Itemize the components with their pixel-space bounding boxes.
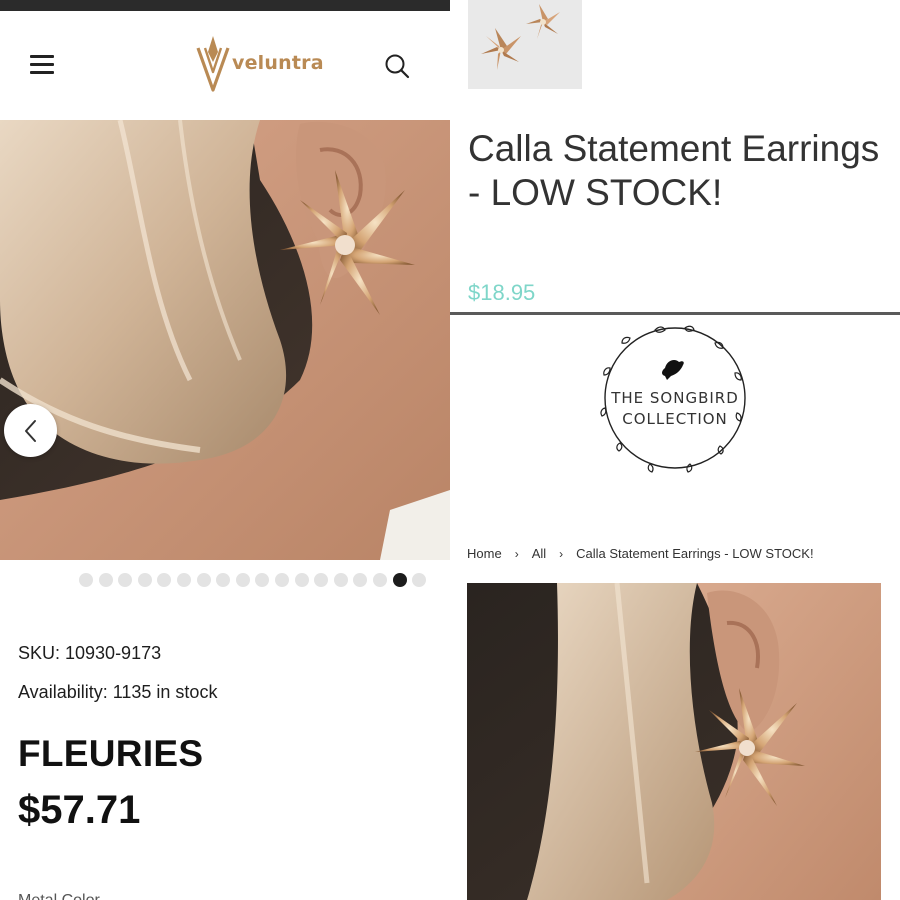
right-store-panel: Calla Statement Earrings - LOW STOCK! $1…	[450, 0, 900, 900]
breadcrumb: Home › All › Calla Statement Earrings - …	[467, 546, 814, 561]
carousel-dot[interactable]	[333, 573, 348, 587]
product-title: Calla Statement Earrings - LOW STOCK!	[468, 128, 880, 213]
carousel-dot[interactable]	[176, 573, 191, 587]
brand-name: veluntra	[232, 52, 324, 74]
breadcrumb-all[interactable]: All	[532, 546, 546, 561]
breadcrumb-current: Calla Statement Earrings - LOW STOCK!	[576, 546, 814, 561]
breadcrumb-separator: ›	[514, 546, 519, 561]
carousel-prev-button[interactable]	[4, 404, 57, 457]
carousel-dot[interactable]	[118, 573, 133, 587]
songbird-logo-line1: THE SONGBIRD	[610, 389, 739, 407]
left-store-panel: veluntra SKU: 10930-9173 Availability: 1…	[0, 0, 450, 900]
carousel-dot[interactable]	[98, 573, 113, 587]
product-price: $57.71	[18, 788, 141, 832]
product-sku: SKU: 10930-9173	[18, 643, 162, 663]
carousel-dot[interactable]	[216, 573, 231, 587]
status-bar	[0, 0, 450, 11]
carousel-dot[interactable]	[412, 573, 427, 587]
songbird-logo-line2: COLLECTION	[622, 410, 728, 428]
carousel-dot[interactable]	[372, 573, 387, 587]
product-hero-image[interactable]	[0, 120, 450, 560]
product-name: FLEURIES	[18, 733, 204, 774]
brand-logo[interactable]: veluntra	[196, 33, 324, 93]
product-price-teal: $18.95	[468, 280, 536, 305]
product-main-image[interactable]	[467, 583, 881, 900]
search-icon[interactable]	[384, 53, 410, 79]
site-header: veluntra	[0, 11, 450, 120]
carousel-dot-active[interactable]	[392, 573, 407, 587]
product-thumbnail[interactable]	[468, 0, 582, 89]
carousel-dot[interactable]	[294, 573, 309, 587]
chevron-left-icon	[24, 419, 36, 442]
carousel-dot[interactable]	[274, 573, 289, 587]
carousel-dot[interactable]	[79, 573, 93, 587]
menu-icon[interactable]	[30, 55, 55, 77]
bird-icon	[662, 360, 684, 380]
model-earring-photo	[0, 120, 450, 560]
songbird-logo[interactable]: THE SONGBIRD COLLECTION	[595, 318, 755, 478]
product-availability: Availability: 1135 in stock	[18, 682, 218, 702]
brand-logo-mark-icon	[196, 36, 230, 92]
earring-thumbnail-image	[468, 0, 582, 89]
breadcrumb-home[interactable]: Home	[467, 546, 502, 561]
carousel-dots	[79, 573, 427, 589]
model-earring-photo-2	[467, 583, 881, 900]
carousel-dot[interactable]	[314, 573, 329, 587]
carousel-dot[interactable]	[235, 573, 250, 587]
carousel-dot[interactable]	[353, 573, 368, 587]
breadcrumb-separator: ›	[559, 546, 564, 561]
carousel-dot[interactable]	[157, 573, 172, 587]
carousel-dot[interactable]	[196, 573, 211, 587]
carousel-dot[interactable]	[255, 573, 270, 587]
carousel-dot[interactable]	[137, 573, 152, 587]
metal-color-label: Metal Color	[18, 892, 108, 900]
section-divider	[450, 312, 900, 315]
